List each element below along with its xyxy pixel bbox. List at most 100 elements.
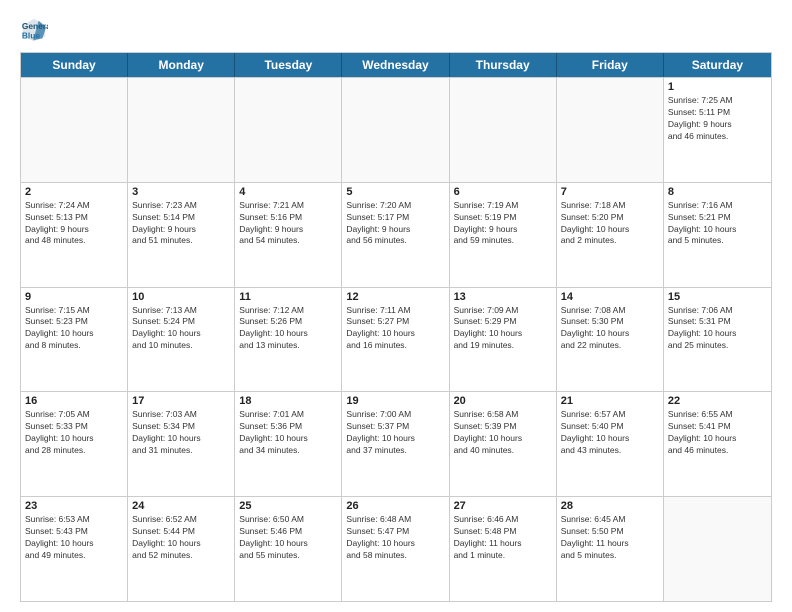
day-info: Sunrise: 7:03 AM Sunset: 5:34 PM Dayligh…: [132, 409, 230, 457]
weekday-header: Wednesday: [342, 53, 449, 77]
day-info: Sunrise: 7:12 AM Sunset: 5:26 PM Dayligh…: [239, 305, 337, 353]
day-info: Sunrise: 7:05 AM Sunset: 5:33 PM Dayligh…: [25, 409, 123, 457]
day-info: Sunrise: 6:55 AM Sunset: 5:41 PM Dayligh…: [668, 409, 767, 457]
calendar-cell: [450, 78, 557, 182]
calendar-row: 16 Sunrise: 7:05 AM Sunset: 5:33 PM Dayli…: [21, 391, 771, 496]
calendar-cell: 6Sunrise: 7:19 AM Sunset: 5:19 PM Daylig…: [450, 183, 557, 287]
day-info: Sunrise: 6:50 AM Sunset: 5:46 PM Dayligh…: [239, 514, 337, 562]
day-info: Sunrise: 7:11 AM Sunset: 5:27 PM Dayligh…: [346, 305, 444, 353]
calendar-cell: 15 Sunrise: 7:06 AM Sunset: 5:31 PM Dayli…: [664, 288, 771, 392]
calendar-cell: 28 Sunrise: 6:45 AM Sunset: 5:50 PM Dayli…: [557, 497, 664, 601]
day-info: Sunrise: 6:48 AM Sunset: 5:47 PM Dayligh…: [346, 514, 444, 562]
weekday-header: Saturday: [664, 53, 771, 77]
day-number: 15: [668, 291, 767, 303]
day-number: 1: [668, 81, 767, 93]
logo: General Blue: [20, 16, 52, 44]
calendar-header: SundayMondayTuesdayWednesdayThursdayFrid…: [21, 53, 771, 77]
calendar-cell: 14 Sunrise: 7:08 AM Sunset: 5:30 PM Dayli…: [557, 288, 664, 392]
day-number: 4: [239, 186, 337, 198]
day-number: 17: [132, 395, 230, 407]
calendar-cell: 21 Sunrise: 6:57 AM Sunset: 5:40 PM Dayli…: [557, 392, 664, 496]
calendar: SundayMondayTuesdayWednesdayThursdayFrid…: [20, 52, 772, 602]
calendar-cell: 10Sunrise: 7:13 AM Sunset: 5:24 PM Dayli…: [128, 288, 235, 392]
day-number: 21: [561, 395, 659, 407]
calendar-cell: [21, 78, 128, 182]
calendar-row: 2 Sunrise: 7:24 AM Sunset: 5:13 PM Daylig…: [21, 182, 771, 287]
calendar-cell: 2 Sunrise: 7:24 AM Sunset: 5:13 PM Daylig…: [21, 183, 128, 287]
svg-text:Blue: Blue: [22, 30, 40, 40]
day-number: 10: [132, 291, 230, 303]
day-number: 5: [346, 186, 444, 198]
day-number: 26: [346, 500, 444, 512]
day-number: 11: [239, 291, 337, 303]
day-number: 24: [132, 500, 230, 512]
day-number: 23: [25, 500, 123, 512]
calendar-cell: 19 Sunrise: 7:00 AM Sunset: 5:37 PM Dayli…: [342, 392, 449, 496]
calendar-cell: 25 Sunrise: 6:50 AM Sunset: 5:46 PM Dayli…: [235, 497, 342, 601]
day-info: Sunrise: 6:45 AM Sunset: 5:50 PM Dayligh…: [561, 514, 659, 562]
day-number: 14: [561, 291, 659, 303]
calendar-cell: 22Sunrise: 6:55 AM Sunset: 5:41 PM Dayli…: [664, 392, 771, 496]
day-info: Sunrise: 7:25 AM Sunset: 5:11 PM Dayligh…: [668, 95, 767, 143]
calendar-body: 1 Sunrise: 7:25 AM Sunset: 5:11 PM Daylig…: [21, 77, 771, 601]
day-info: Sunrise: 7:18 AM Sunset: 5:20 PM Dayligh…: [561, 200, 659, 248]
day-info: Sunrise: 7:00 AM Sunset: 5:37 PM Dayligh…: [346, 409, 444, 457]
day-number: 28: [561, 500, 659, 512]
day-info: Sunrise: 7:23 AM Sunset: 5:14 PM Dayligh…: [132, 200, 230, 248]
day-number: 27: [454, 500, 552, 512]
day-info: Sunrise: 7:06 AM Sunset: 5:31 PM Dayligh…: [668, 305, 767, 353]
calendar-row: 1 Sunrise: 7:25 AM Sunset: 5:11 PM Daylig…: [21, 77, 771, 182]
calendar-cell: [664, 497, 771, 601]
calendar-row: 23 Sunrise: 6:53 AM Sunset: 5:43 PM Dayli…: [21, 496, 771, 601]
weekday-header: Thursday: [450, 53, 557, 77]
calendar-cell: 4 Sunrise: 7:21 AM Sunset: 5:16 PM Daylig…: [235, 183, 342, 287]
day-number: 19: [346, 395, 444, 407]
day-number: 12: [346, 291, 444, 303]
calendar-cell: [235, 78, 342, 182]
day-info: Sunrise: 7:01 AM Sunset: 5:36 PM Dayligh…: [239, 409, 337, 457]
weekday-header: Sunday: [21, 53, 128, 77]
day-number: 25: [239, 500, 337, 512]
day-number: 6: [454, 186, 552, 198]
day-info: Sunrise: 7:21 AM Sunset: 5:16 PM Dayligh…: [239, 200, 337, 248]
weekday-header: Tuesday: [235, 53, 342, 77]
day-info: Sunrise: 7:15 AM Sunset: 5:23 PM Dayligh…: [25, 305, 123, 353]
weekday-header: Monday: [128, 53, 235, 77]
day-info: Sunrise: 7:20 AM Sunset: 5:17 PM Dayligh…: [346, 200, 444, 248]
calendar-cell: 5 Sunrise: 7:20 AM Sunset: 5:17 PM Daylig…: [342, 183, 449, 287]
calendar-cell: [557, 78, 664, 182]
calendar-cell: 18 Sunrise: 7:01 AM Sunset: 5:36 PM Dayli…: [235, 392, 342, 496]
calendar-cell: 9 Sunrise: 7:15 AM Sunset: 5:23 PM Daylig…: [21, 288, 128, 392]
day-number: 9: [25, 291, 123, 303]
calendar-cell: 20 Sunrise: 6:58 AM Sunset: 5:39 PM Dayli…: [450, 392, 557, 496]
day-info: Sunrise: 6:57 AM Sunset: 5:40 PM Dayligh…: [561, 409, 659, 457]
calendar-cell: 24 Sunrise: 6:52 AM Sunset: 5:44 PM Dayli…: [128, 497, 235, 601]
calendar-cell: 16 Sunrise: 7:05 AM Sunset: 5:33 PM Dayli…: [21, 392, 128, 496]
logo-icon: General Blue: [20, 16, 48, 44]
day-number: 3: [132, 186, 230, 198]
day-info: Sunrise: 7:24 AM Sunset: 5:13 PM Dayligh…: [25, 200, 123, 248]
day-info: Sunrise: 6:46 AM Sunset: 5:48 PM Dayligh…: [454, 514, 552, 562]
day-number: 20: [454, 395, 552, 407]
calendar-cell: 27 Sunrise: 6:46 AM Sunset: 5:48 PM Dayli…: [450, 497, 557, 601]
page: General Blue SundayMondayTuesdayWednesda…: [0, 0, 792, 612]
calendar-cell: 11 Sunrise: 7:12 AM Sunset: 5:26 PM Dayli…: [235, 288, 342, 392]
calendar-cell: 7 Sunrise: 7:18 AM Sunset: 5:20 PM Daylig…: [557, 183, 664, 287]
weekday-header: Friday: [557, 53, 664, 77]
day-number: 7: [561, 186, 659, 198]
day-info: Sunrise: 7:08 AM Sunset: 5:30 PM Dayligh…: [561, 305, 659, 353]
calendar-cell: 23 Sunrise: 6:53 AM Sunset: 5:43 PM Dayli…: [21, 497, 128, 601]
day-number: 2: [25, 186, 123, 198]
day-info: Sunrise: 7:16 AM Sunset: 5:21 PM Dayligh…: [668, 200, 767, 248]
day-number: 18: [239, 395, 337, 407]
calendar-cell: 26 Sunrise: 6:48 AM Sunset: 5:47 PM Dayli…: [342, 497, 449, 601]
calendar-row: 9 Sunrise: 7:15 AM Sunset: 5:23 PM Daylig…: [21, 287, 771, 392]
calendar-cell: 1 Sunrise: 7:25 AM Sunset: 5:11 PM Daylig…: [664, 78, 771, 182]
day-info: Sunrise: 6:53 AM Sunset: 5:43 PM Dayligh…: [25, 514, 123, 562]
calendar-cell: [128, 78, 235, 182]
calendar-cell: 17 Sunrise: 7:03 AM Sunset: 5:34 PM Dayli…: [128, 392, 235, 496]
day-info: Sunrise: 6:52 AM Sunset: 5:44 PM Dayligh…: [132, 514, 230, 562]
day-number: 16: [25, 395, 123, 407]
day-info: Sunrise: 7:09 AM Sunset: 5:29 PM Dayligh…: [454, 305, 552, 353]
day-info: Sunrise: 6:58 AM Sunset: 5:39 PM Dayligh…: [454, 409, 552, 457]
